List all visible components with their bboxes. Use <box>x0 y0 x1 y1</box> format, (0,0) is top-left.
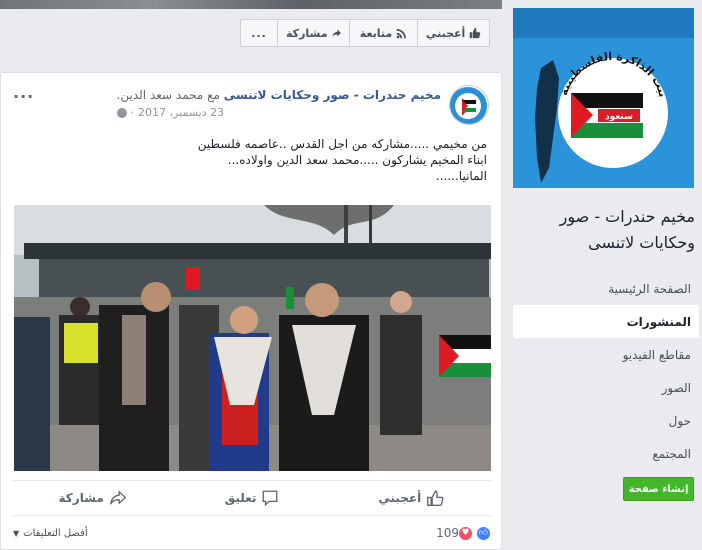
page-share-label: مشاركة <box>286 26 328 40</box>
thumbs-up-icon <box>427 490 444 506</box>
post-action-bar: أعجبني تعليق مشاركة <box>13 480 491 516</box>
page-profile-picture[interactable]: سنعود بيت الذاكرة الفلسطينية <box>513 8 694 188</box>
create-page-button[interactable]: إنشاء صفحة <box>623 477 694 501</box>
share-arrow-icon <box>332 29 341 38</box>
post-comment-button[interactable]: تعليق <box>172 481 331 515</box>
comment-sort-label: أفضل التعليقات <box>23 527 88 539</box>
page-like-button[interactable]: أعجبني <box>417 20 489 46</box>
globe-icon <box>116 107 127 118</box>
post-card: ... مخيم حندرات - صور وحكايات لاتنسى مع … <box>0 72 502 550</box>
page-follow-button[interactable]: متابعة <box>349 20 417 46</box>
cover-flag-text: سنعود <box>605 112 633 122</box>
post-meta-line: 23 ديسمبر، 2017 · <box>116 106 441 119</box>
sidebar-nav: الصفحة الرئيسية المنشورات مقاطع الفيديو … <box>513 272 699 470</box>
reaction-count: 109 <box>436 526 459 540</box>
share-arrow-icon <box>109 490 127 505</box>
post-text: من مخيمي .....مشاركه من اجل القدس ..عاصم… <box>17 136 487 184</box>
sidebar-item-posts[interactable]: المنشورات <box>513 305 699 338</box>
post-share-button[interactable]: مشاركة <box>13 481 172 515</box>
page-avatar[interactable] <box>449 85 489 125</box>
post-comment-label: تعليق <box>224 491 257 505</box>
caret-down-icon: ▼ <box>13 528 20 538</box>
post-photo-image <box>14 205 491 471</box>
post-author-line: مخيم حندرات - صور وحكايات لاتنسى مع محمد… <box>117 88 441 102</box>
post-footer: أفضل التعليقات ▼ 109 ♥ 👍︎ <box>13 521 491 545</box>
sidebar-page-title[interactable]: مخيم حندرات - صور وحكايات لاتنسى <box>513 204 695 256</box>
reaction-summary[interactable]: 109 ♥ 👍︎ <box>436 525 491 541</box>
post-with-text: مع <box>207 88 220 102</box>
love-reaction-icon: ♥ <box>458 525 473 541</box>
post-share-label: مشاركة <box>58 491 104 505</box>
post-date-separator: · <box>130 106 135 119</box>
page-profile-image: سنعود بيت الذاكرة الفلسطينية <box>513 8 694 188</box>
page-follow-label: متابعة <box>359 26 393 40</box>
like-reaction-icon: 👍︎ <box>476 525 491 541</box>
sidebar-item-home[interactable]: الصفحة الرئيسية <box>513 272 699 305</box>
post-header: مخيم حندرات - صور وحكايات لاتنسى مع محمد… <box>116 85 489 125</box>
post-options-button[interactable]: ... <box>13 83 34 102</box>
sidebar-item-about[interactable]: حول <box>513 404 699 437</box>
post-text-line: المانيا...... <box>435 169 487 183</box>
page-like-label: أعجبني <box>426 26 466 40</box>
post-photo[interactable] <box>14 205 491 471</box>
previous-post-image-edge <box>0 0 502 9</box>
sidebar-item-community[interactable]: المجتمع <box>513 437 699 470</box>
rss-icon <box>396 28 407 38</box>
post-date[interactable]: 23 ديسمبر، 2017 <box>138 106 224 119</box>
page-more-button[interactable]: ... <box>241 20 277 46</box>
thumbs-up-icon <box>470 27 481 39</box>
post-text-line: ابناء المخيم يشاركون .....محمد سعد الدين… <box>227 153 487 167</box>
comment-icon <box>263 490 278 507</box>
post-like-label: أعجبني <box>378 491 422 505</box>
post-like-button[interactable]: أعجبني <box>332 481 491 515</box>
page-avatar-image <box>450 87 487 124</box>
post-text-line: من مخيمي .....مشاركه من اجل القدس ..عاصم… <box>197 137 487 151</box>
more-label: ... <box>251 26 267 40</box>
post-tagged-user-link[interactable]: محمد سعد الدين. <box>117 88 204 102</box>
comment-sort-dropdown[interactable]: أفضل التعليقات ▼ <box>13 528 88 539</box>
sidebar-item-photos[interactable]: الصور <box>513 371 699 404</box>
post-header-text: مخيم حندرات - صور وحكايات لاتنسى مع محمد… <box>116 85 441 125</box>
page-action-bar: أعجبني متابعة مشاركة ... <box>240 19 490 47</box>
post-page-name-link[interactable]: مخيم حندرات - صور وحكايات لاتنسى <box>224 88 441 102</box>
page-share-button[interactable]: مشاركة <box>277 20 349 46</box>
sidebar-item-videos[interactable]: مقاطع الفيديو <box>513 338 699 371</box>
